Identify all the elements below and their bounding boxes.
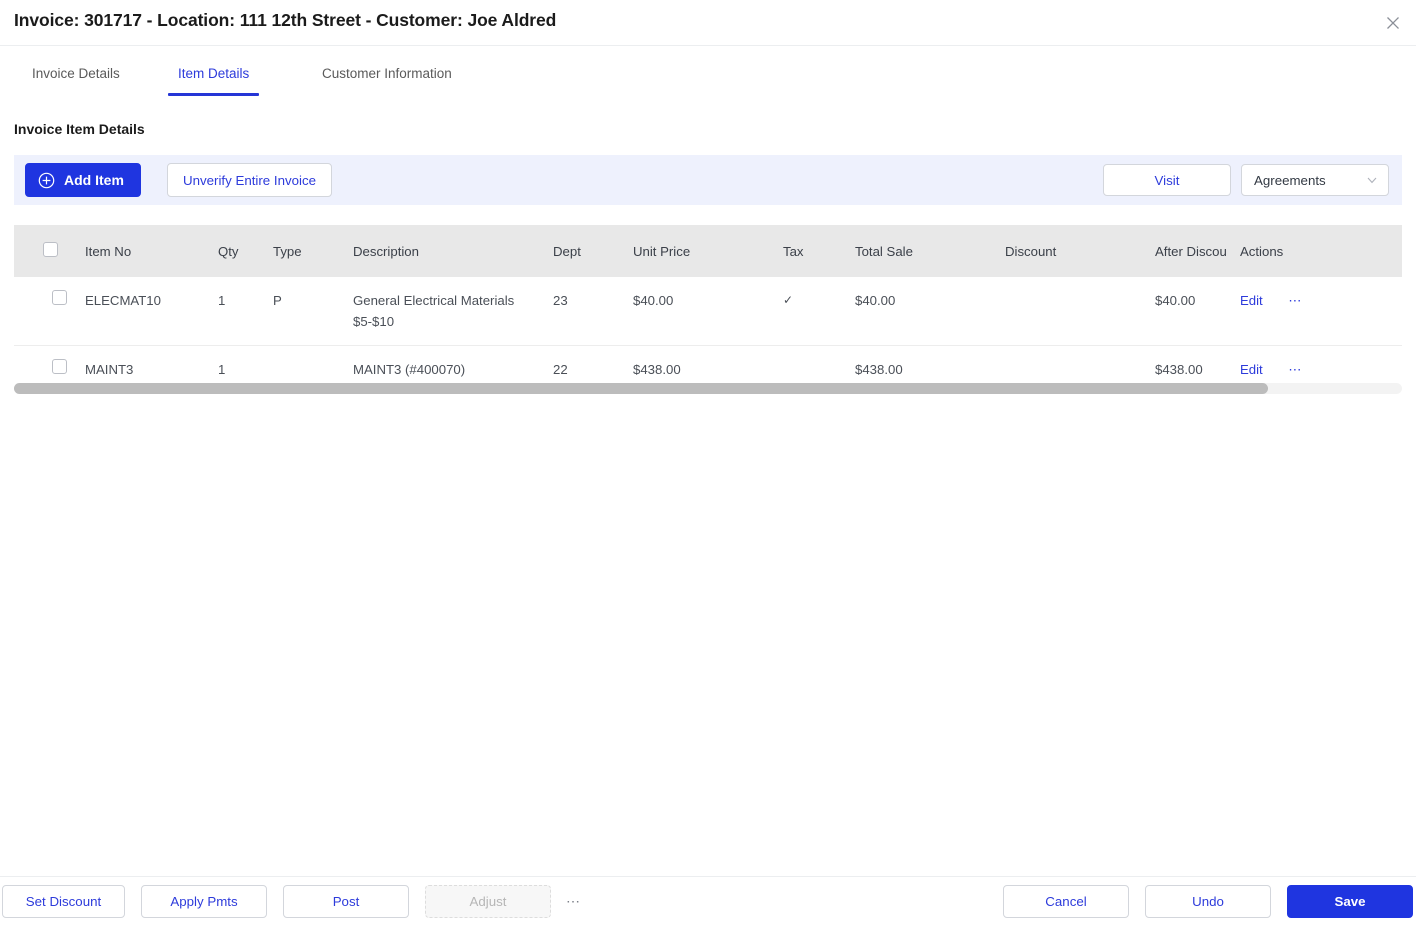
table-header-row: Item No Qty Type Description Dept Unit P… [14, 225, 1402, 277]
cell-description: MAINT3 (#400070) [353, 362, 466, 377]
adjust-button-label: Adjust [469, 894, 507, 909]
unverify-entire-invoice-button[interactable]: Unverify Entire Invoice [167, 163, 333, 197]
plus-circle-icon [38, 172, 55, 189]
cell-qty: 1 [218, 362, 226, 377]
cell-discount [1005, 277, 1155, 346]
set-discount-button-label: Set Discount [25, 894, 102, 909]
close-icon[interactable] [1380, 10, 1406, 36]
footer-more-icon[interactable]: ⋯ [566, 893, 581, 910]
cell-dept: 23 [553, 293, 568, 308]
apply-pmts-button-label: Apply Pmts [170, 894, 238, 909]
cell-tax-checkmark: ✓ [783, 293, 794, 307]
column-header-total-sale[interactable]: Total Sale [855, 225, 1005, 277]
column-header-qty[interactable]: Qty [218, 225, 273, 277]
invoice-items-table: Item No Qty Type Description Dept Unit P… [14, 225, 1402, 385]
edit-link[interactable]: Edit [1240, 293, 1263, 308]
invoice-items-table-container: Item No Qty Type Description Dept Unit P… [14, 225, 1402, 385]
cell-total-sale: $438.00 [855, 362, 903, 377]
row-select-cell [14, 346, 85, 386]
invoice-item-details-modal: Invoice: 301717 - Location: 111 12th Str… [0, 0, 1416, 926]
unverify-entire-invoice-label: Unverify Entire Invoice [183, 172, 317, 188]
agreements-dropdown[interactable]: Agreements [1241, 164, 1389, 196]
close-icon-glyph [1387, 17, 1399, 29]
row-more-icon[interactable]: ⋯ [1288, 293, 1302, 308]
column-header-after-discount[interactable]: After Discou [1155, 225, 1240, 277]
row-more-icon[interactable]: ⋯ [1288, 362, 1302, 377]
cell-discount [1005, 346, 1155, 386]
table-horizontal-scrollbar-thumb[interactable] [14, 383, 1268, 394]
tab-customer-information[interactable]: Customer Information [312, 46, 462, 101]
column-header-unit-price[interactable]: Unit Price [633, 225, 783, 277]
cell-item-no: MAINT3 [85, 362, 134, 377]
apply-pmts-button[interactable]: Apply Pmts [141, 885, 267, 918]
tab-invoice-details[interactable]: Invoice Details [22, 46, 130, 101]
cell-total-sale: $40.00 [855, 293, 896, 308]
cell-description: General Electrical Materials $5-$10 [353, 293, 515, 329]
column-header-discount[interactable]: Discount [1005, 225, 1155, 277]
cancel-button[interactable]: Cancel [1003, 885, 1129, 918]
table-row[interactable]: ELECMAT10 1 P General Electrical Materia… [14, 277, 1402, 346]
table-row[interactable]: MAINT3 1 MAINT3 (#400070) 22 $438.00 $43… [14, 345, 1402, 386]
cell-after-discount: $40.00 [1155, 293, 1196, 308]
row-checkbox[interactable] [52, 290, 67, 305]
add-item-button-label: Add Item [64, 172, 124, 188]
footer-action-bar: Set Discount Apply Pmts Post Adjust ⋯ Ca… [0, 876, 1416, 926]
chevron-down-icon [1366, 174, 1378, 186]
section-title: Invoice Item Details [14, 121, 145, 137]
tab-item-details[interactable]: Item Details [168, 46, 260, 101]
tab-item-details-label: Item Details [178, 66, 250, 81]
tab-underline [168, 93, 260, 96]
tab-customer-information-label: Customer Information [322, 66, 452, 81]
page-title: Invoice: 301717 - Location: 111 12th Str… [14, 10, 557, 30]
table-horizontal-scrollbar-track[interactable] [14, 383, 1402, 394]
chevron-down-icon-glyph [1367, 177, 1377, 184]
plus-circle-icon-glyph [38, 172, 55, 188]
table-header: Item No Qty Type Description Dept Unit P… [14, 225, 1402, 277]
save-button[interactable]: Save [1287, 885, 1413, 918]
cell-item-no: ELECMAT10 [85, 293, 161, 308]
modal-header: Invoice: 301717 - Location: 111 12th Str… [0, 0, 1416, 46]
cell-unit-price: $40.00 [633, 293, 674, 308]
cell-actions: Edit ⋯ [1240, 277, 1402, 346]
table-body: ELECMAT10 1 P General Electrical Materia… [14, 277, 1402, 385]
visit-button[interactable]: Visit [1103, 164, 1231, 196]
select-all-checkbox[interactable] [43, 242, 58, 257]
cell-unit-price: $438.00 [633, 362, 681, 377]
set-discount-button[interactable]: Set Discount [2, 885, 125, 918]
visit-button-label: Visit [1154, 172, 1180, 188]
row-checkbox[interactable] [52, 359, 67, 374]
post-button-label: Post [332, 894, 360, 909]
column-header-item-no[interactable]: Item No [85, 225, 218, 277]
save-button-label: Save [1334, 894, 1366, 909]
column-header-dept[interactable]: Dept [553, 225, 633, 277]
edit-link[interactable]: Edit [1240, 362, 1263, 377]
select-all-header [14, 225, 85, 277]
agreements-dropdown-label: Agreements [1254, 172, 1326, 188]
post-button[interactable]: Post [283, 885, 409, 918]
add-item-button[interactable]: Add Item [25, 163, 141, 197]
cell-type [273, 346, 353, 386]
tab-invoice-details-label: Invoice Details [32, 66, 120, 81]
cell-tax-checkmark [783, 346, 855, 386]
cell-dept: 22 [553, 362, 568, 377]
cancel-button-label: Cancel [1045, 894, 1087, 909]
cell-type: P [273, 293, 282, 308]
column-header-tax[interactable]: Tax [783, 225, 855, 277]
tab-bar: Invoice Details Item Details Customer In… [0, 46, 1416, 101]
cell-actions: Edit ⋯ [1240, 346, 1402, 386]
adjust-button: Adjust [425, 885, 551, 918]
undo-button-label: Undo [1192, 894, 1224, 909]
column-header-description[interactable]: Description [353, 225, 553, 277]
item-actions-toolbar: Add Item Unverify Entire Invoice Visit A… [14, 155, 1402, 205]
column-header-type[interactable]: Type [273, 225, 353, 277]
row-select-cell [14, 277, 85, 346]
cell-qty: 1 [218, 293, 226, 308]
undo-button[interactable]: Undo [1145, 885, 1271, 918]
cell-after-discount: $438.00 [1155, 362, 1203, 377]
column-header-actions: Actions [1240, 243, 1284, 259]
